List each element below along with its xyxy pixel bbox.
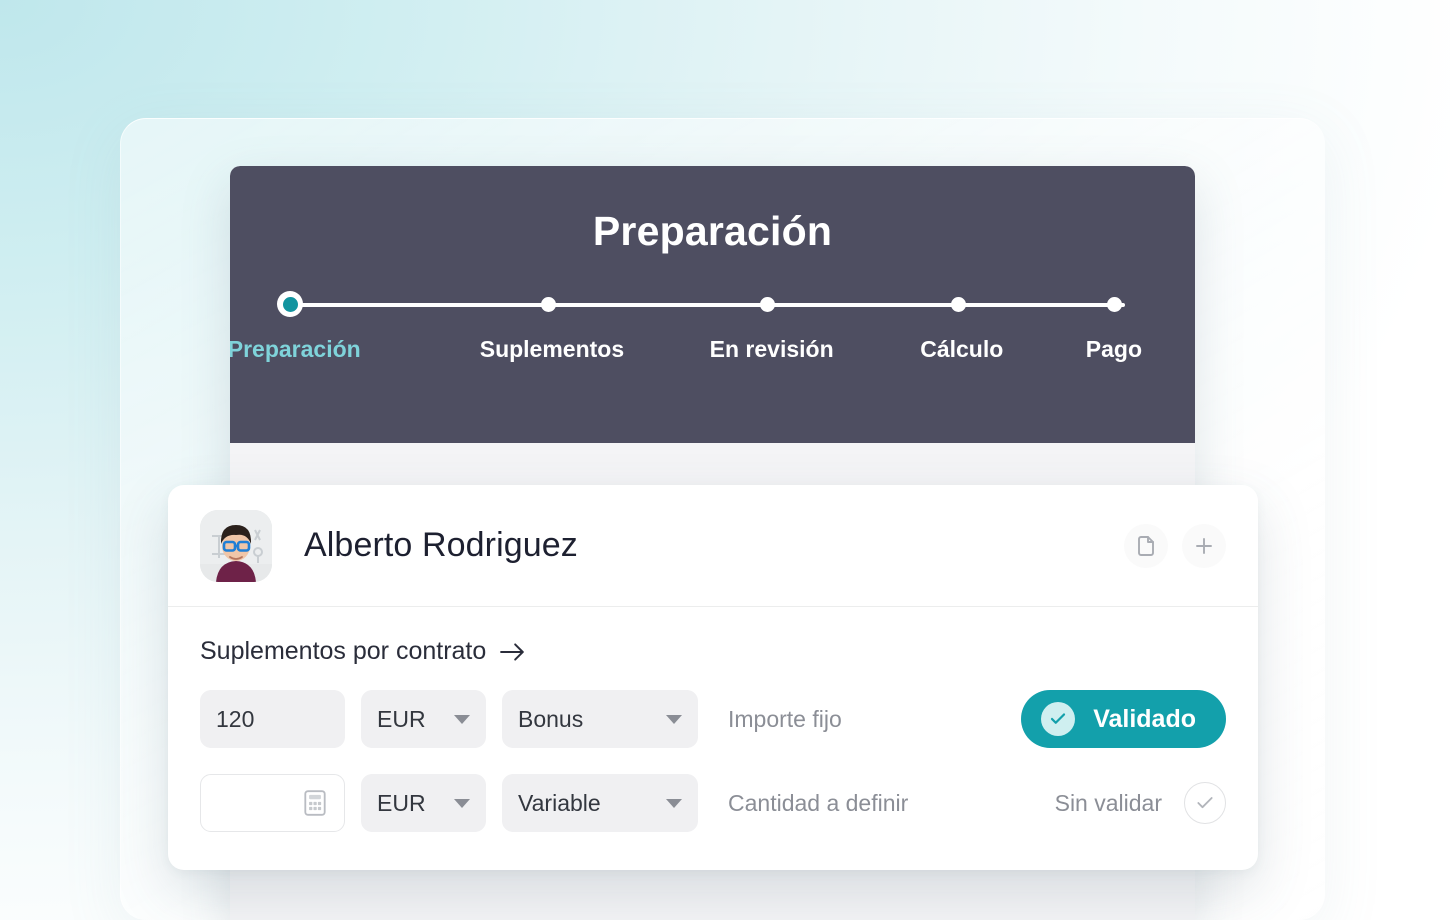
amount-input[interactable]: [200, 774, 345, 832]
section-title: Suplementos por contrato: [200, 637, 487, 665]
supplement-type-select[interactable]: Bonus: [502, 690, 698, 748]
step-label-suplementos[interactable]: Suplementos: [480, 336, 624, 363]
arrow-right-icon[interactable]: [500, 642, 526, 662]
chevron-down-icon: [454, 714, 470, 724]
page-title: Alberto Rodriguez: [304, 526, 578, 564]
step-dot-suplementos[interactable]: [540, 297, 556, 312]
plus-icon: [1196, 537, 1212, 554]
step-dot-pago[interactable]: [1106, 297, 1122, 312]
currency-value: EUR: [377, 705, 426, 732]
add-button[interactable]: [1182, 523, 1226, 568]
validated-status-button[interactable]: Validado: [1021, 690, 1226, 748]
section-header[interactable]: Suplementos por contrato: [200, 637, 1226, 666]
supplement-type-select[interactable]: Variable: [502, 774, 698, 832]
amount-value: 120: [216, 705, 255, 732]
amount-input[interactable]: 120: [200, 690, 345, 748]
table-row: 120 EUR Bonus Importe fijo Validado: [200, 688, 1226, 750]
supplement-type-value: Variable: [518, 789, 601, 816]
step-label-calculo[interactable]: Cálculo: [920, 336, 1003, 363]
document-button[interactable]: [1124, 523, 1168, 568]
document-icon: [1138, 535, 1154, 556]
avatar: [200, 509, 272, 582]
status-badge: Sin validar: [1054, 789, 1162, 816]
table-row: EUR Variable Cantidad a definir Sin vali…: [200, 772, 1226, 834]
stepper-line: [300, 303, 1125, 307]
card-header: Alberto Rodriguez: [168, 485, 1258, 607]
supplement-type-value: Bonus: [518, 705, 584, 732]
card-body: Suplementos por contrato 120 EUR Bonus I…: [168, 607, 1258, 834]
validate-toggle-button[interactable]: [1184, 782, 1226, 824]
contract-card: Alberto Rodriguez Suplementos por contra…: [168, 485, 1258, 870]
check-circle-icon: [1041, 702, 1076, 736]
chevron-down-icon: [666, 798, 682, 808]
chevron-down-icon: [666, 714, 682, 724]
avatar-photo: [200, 509, 272, 582]
step-dot-calculo[interactable]: [950, 297, 966, 312]
currency-select[interactable]: EUR: [361, 774, 486, 832]
stepper-track: [277, 291, 1135, 317]
step-label-preparacion[interactable]: Preparación: [230, 336, 361, 363]
step-label-pago[interactable]: Pago: [1086, 336, 1142, 363]
step-dot-en-revision[interactable]: [760, 297, 776, 312]
step-label-en-revision[interactable]: En revisión: [710, 336, 834, 363]
check-icon: [1197, 797, 1213, 809]
currency-value: EUR: [377, 789, 426, 816]
stepper-labels: Preparación Suplementos En revisión Cálc…: [230, 336, 1142, 376]
row-note: Cantidad a definir: [728, 789, 909, 816]
chevron-down-icon: [454, 798, 470, 808]
row-note: Importe fijo: [728, 705, 842, 732]
page-title: Preparación: [592, 208, 833, 254]
unvalidated-status: Sin validar: [1055, 782, 1226, 824]
step-dot-preparacion[interactable]: [277, 291, 303, 317]
progress-stepper: Preparación Suplementos En revisión Cálc…: [230, 291, 1142, 376]
calculator-icon[interactable]: [302, 789, 328, 817]
card-header-actions: [1124, 523, 1226, 568]
row-status: Sin validar: [1055, 782, 1226, 824]
status-badge: Validado: [1093, 704, 1196, 733]
row-status: Validado: [1021, 690, 1226, 748]
stage-header: Preparación Preparación Suplementos En r…: [230, 166, 1195, 443]
currency-select[interactable]: EUR: [361, 690, 486, 748]
